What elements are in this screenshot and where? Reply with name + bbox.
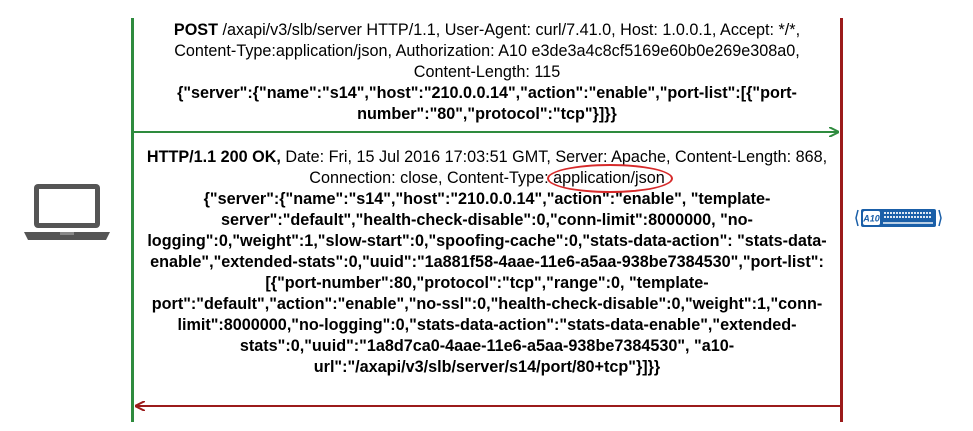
request-message: POST /axapi/v3/slb/server HTTP/1.1, User… — [142, 20, 832, 125]
device-port — [911, 212, 913, 214]
device-port — [914, 216, 916, 218]
request-body: {"server":{"name":"s14","host":"210.0.0.… — [177, 84, 797, 123]
device-port — [908, 216, 910, 218]
device-port — [929, 216, 931, 218]
device-port — [887, 216, 889, 218]
device-logo-text: A10 — [862, 214, 880, 224]
device-port — [926, 216, 928, 218]
device-port — [905, 216, 907, 218]
device-port — [899, 216, 901, 218]
device-port — [917, 212, 919, 214]
device-port — [902, 212, 904, 214]
device-port — [890, 216, 892, 218]
request-headers: /axapi/v3/slb/server HTTP/1.1, User-Agen… — [174, 21, 801, 81]
device-port — [884, 212, 886, 214]
device-port — [914, 212, 916, 214]
http-sequence-diagram: POST /axapi/v3/slb/server HTTP/1.1, User… — [0, 0, 973, 431]
device-port — [902, 216, 904, 218]
device-port — [884, 216, 886, 218]
request-method: POST — [173, 21, 218, 39]
device-port — [917, 216, 919, 218]
response-message: HTTP/1.1 200 OK, Date: Fri, 15 Jul 2016 … — [142, 147, 832, 378]
device-port — [923, 216, 925, 218]
device-port — [908, 212, 910, 214]
a10-appliance-icon: A10 — [855, 209, 942, 227]
content-type-highlight: application/json — [547, 164, 673, 193]
device-port — [920, 212, 922, 214]
response-body: {"server":{"name":"s14","host":"210.0.0.… — [147, 190, 827, 376]
device-port — [920, 216, 922, 218]
device-port — [905, 212, 907, 214]
device-port — [893, 216, 895, 218]
device-port — [926, 212, 928, 214]
device-port — [911, 216, 913, 218]
device-port — [887, 212, 889, 214]
device-port — [929, 212, 931, 214]
response-status: HTTP/1.1 200 OK, — [146, 148, 281, 166]
device-port — [893, 212, 895, 214]
device-port — [896, 216, 898, 218]
server-lifeline — [840, 18, 843, 422]
client-lifeline — [131, 18, 134, 422]
response-content-type: application/json — [553, 169, 665, 187]
laptop-icon — [24, 184, 110, 240]
device-port — [923, 212, 925, 214]
device-port — [890, 212, 892, 214]
device-port — [899, 212, 901, 214]
device-port — [896, 212, 898, 214]
